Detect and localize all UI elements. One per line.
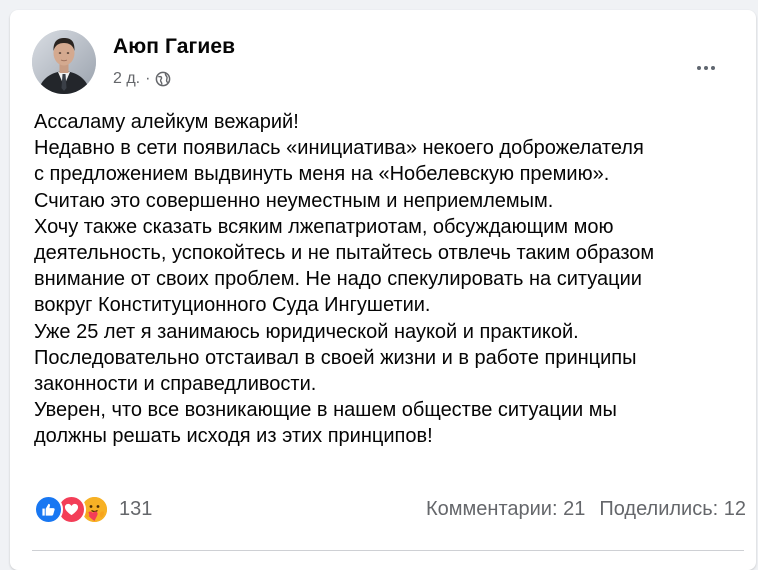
post-line: Последовательно отстаивал в своей жизни …	[34, 346, 637, 369]
more-dot	[711, 66, 715, 70]
post-line: Считаю это совершенно неуместным и непри…	[34, 189, 554, 212]
more-dot	[697, 66, 701, 70]
like-icon	[34, 494, 63, 524]
post-line: Ассаламу алейкум вежарий!	[34, 111, 299, 133]
post-footer: 131 Комментарии: 21 Поделились: 12	[34, 494, 746, 524]
shares-count[interactable]: Поделились: 12	[599, 498, 746, 521]
meta-separator: ·	[145, 70, 151, 87]
post-line: деятельность, успокойтесь и не пытайтесь…	[34, 242, 655, 265]
post-line: должны решать исходя из этих принципов!	[34, 425, 433, 448]
author-avatar[interactable]	[32, 30, 96, 94]
post-line: Хочу также сказать всяким лжепатриотам, …	[34, 215, 614, 238]
post-line: Уверен, что все возникающие в нашем обще…	[34, 399, 617, 422]
post-line: внимание от своих проблем. Не надо спеку…	[34, 268, 642, 291]
post-meta: 2 д. ·	[113, 70, 171, 88]
avatar-photo	[32, 30, 96, 94]
post-text: Ассаламу алейкум вежарий! Недавно в сети…	[34, 109, 754, 450]
post-time[interactable]: 2 д.	[113, 70, 140, 88]
reactions-summary[interactable]: 131	[34, 494, 153, 524]
post-line: с предложением выдвинуть меня на «Нобеле…	[34, 163, 610, 186]
author-name[interactable]: Аюп Гагиев	[113, 35, 235, 59]
more-dot	[704, 66, 708, 70]
post-line: Недавно в сети появилась «инициатива» не…	[34, 137, 644, 160]
reactions-count: 131	[119, 497, 153, 520]
post-line: вокруг Конституционного Суда Ингушетии.	[34, 294, 431, 317]
post-card: Аюп Гагиев 2 д. · Ассаламу алейкум вежар…	[10, 10, 756, 570]
footer-divider	[32, 550, 744, 551]
comments-count[interactable]: Комментарии: 21	[426, 498, 585, 521]
post-line: Уже 25 лет я занимаюсь юридической науко…	[34, 320, 579, 343]
globe-icon[interactable]	[155, 71, 171, 87]
more-options-icon[interactable]	[686, 48, 726, 88]
post-line: законности и справедливости.	[34, 373, 317, 396]
